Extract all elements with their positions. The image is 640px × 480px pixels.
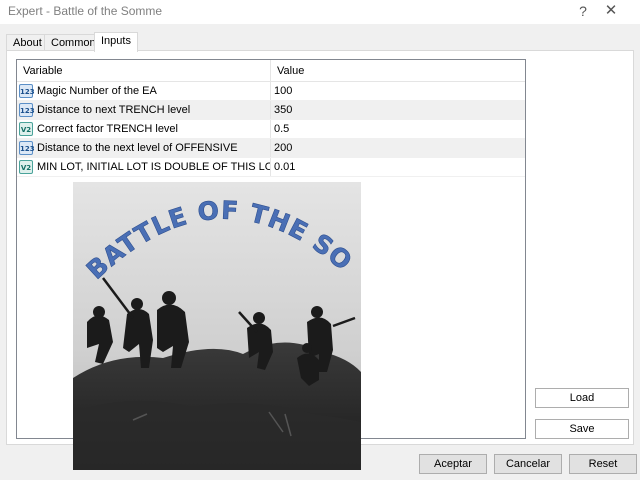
reset-button[interactable]: Reset <box>569 454 637 474</box>
cancel-button[interactable]: Cancelar <box>494 454 562 474</box>
table-row[interactable]: 123 Distance to the next level of OFFENS… <box>17 139 525 158</box>
variable-value[interactable]: 100 <box>271 82 525 100</box>
close-button[interactable]: ✕ <box>598 0 624 24</box>
save-button[interactable]: Save <box>535 419 629 439</box>
tab-inputs[interactable]: Inputs <box>94 32 138 52</box>
load-button[interactable]: Load <box>535 388 629 408</box>
tab-about[interactable]: About <box>6 34 49 51</box>
variable-value[interactable]: 0.01 <box>271 158 525 176</box>
variable-name: Correct factor TRENCH level <box>35 120 271 138</box>
title-bar: Expert - Battle of the Somme ? ✕ <box>0 0 640 24</box>
table-row[interactable]: 123 Distance to next TRENCH level 350 <box>17 101 525 120</box>
variable-name: MIN LOT, INITIAL LOT IS DOUBLE OF THIS L… <box>35 158 271 176</box>
double-type-icon: V2 <box>19 160 33 174</box>
table-row[interactable]: V2 MIN LOT, INITIAL LOT IS DOUBLE OF THI… <box>17 158 525 177</box>
variable-value[interactable]: 0.5 <box>271 120 525 138</box>
int-type-icon: 123 <box>19 141 35 155</box>
accept-button[interactable]: Aceptar <box>419 454 487 474</box>
column-header-variable[interactable]: Variable <box>17 60 271 82</box>
variable-value[interactable]: 200 <box>271 139 525 157</box>
variable-name: Distance to the next level of OFFENSIVE <box>35 139 271 157</box>
table-header: Variable Value <box>17 60 525 82</box>
int-type-icon: 123 <box>19 84 35 98</box>
battle-of-the-somme-picture: BATTLE OF THE SOMME <box>73 182 361 470</box>
variable-value[interactable]: 350 <box>271 101 525 119</box>
help-button[interactable]: ? <box>570 0 596 24</box>
variable-name: Magic Number of the EA <box>35 82 271 100</box>
table-row[interactable]: V2 Correct factor TRENCH level 0.5 <box>17 120 525 139</box>
table-row[interactable]: 123 Magic Number of the EA 100 <box>17 82 525 101</box>
column-header-value[interactable]: Value <box>271 60 525 82</box>
int-type-icon: 123 <box>19 103 35 117</box>
variable-name: Distance to next TRENCH level <box>35 101 271 119</box>
window-title: Expert - Battle of the Somme <box>8 4 163 18</box>
double-type-icon: V2 <box>19 122 33 136</box>
battle-scene-illustration: BATTLE OF THE SOMME <box>73 182 361 470</box>
